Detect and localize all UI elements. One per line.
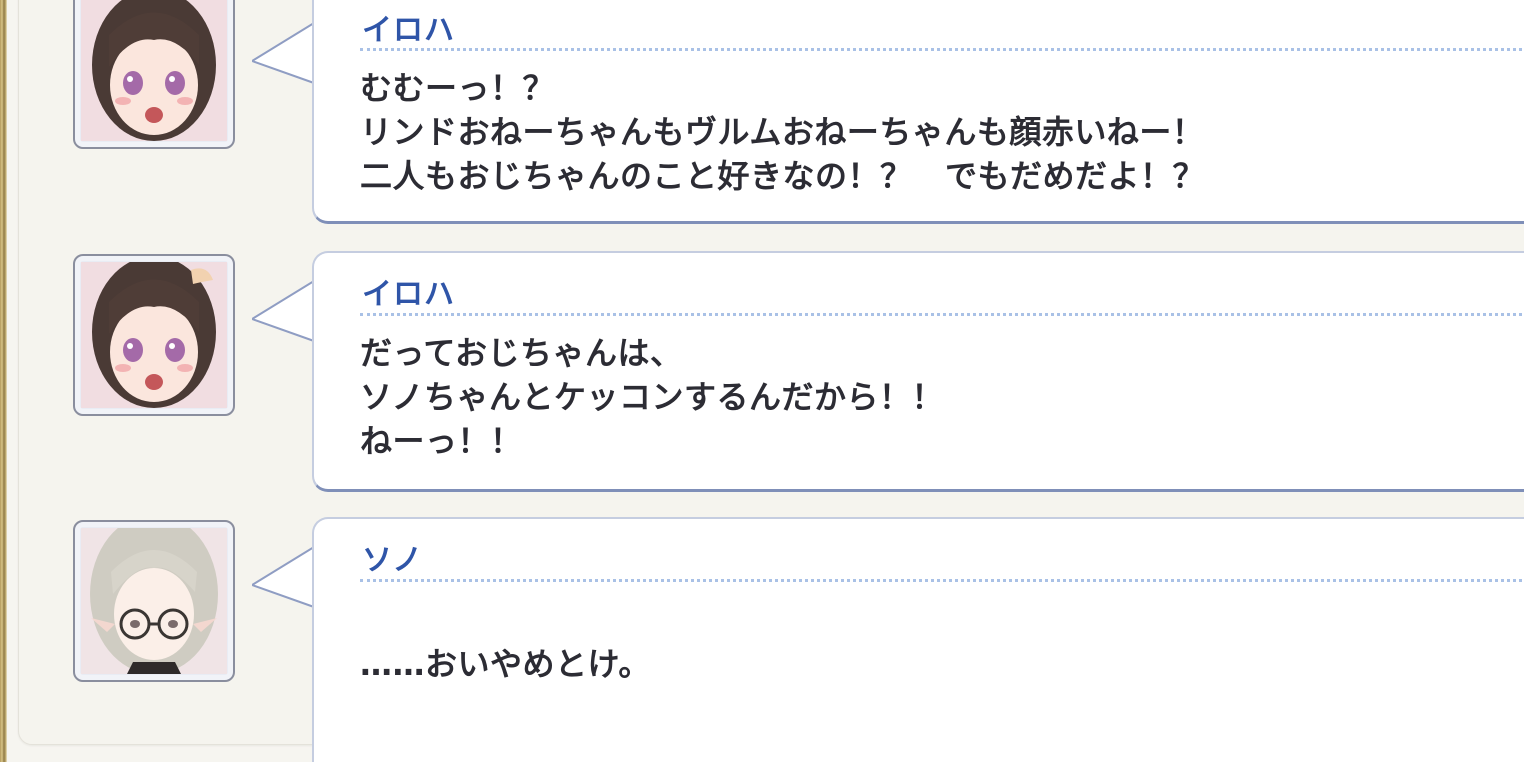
dialogue-bubble: イロハ だっておじちゃんは、 ソノちゃんとケッコンするんだから！！ ねーっ！！: [312, 251, 1524, 492]
dialogue-line: だっておじちゃんは、: [360, 334, 683, 372]
name-divider: [360, 313, 1524, 316]
iroha-avatar-icon: [73, 254, 235, 416]
name-divider: [360, 48, 1524, 51]
story-log-screen: イロハ むむーっ！？ リンドおねーちゃんもヴルムおねーちゃんも顔赤いねー！ 二人…: [0, 0, 1524, 762]
name-divider: [360, 579, 1524, 582]
speech-tail: [252, 281, 315, 342]
frame-border: [0, 0, 7, 762]
dialogue-bubble: ソノ ……おいやめとけ。: [312, 517, 1524, 762]
dialogue-bubble: イロハ むむーっ！？ リンドおねーちゃんもヴルムおねーちゃんも顔赤いねー！ 二人…: [312, 0, 1524, 224]
speaker-name: イロハ: [362, 277, 455, 312]
dialogue-line: ねーっ！！: [360, 422, 523, 460]
speech-tail: [252, 23, 315, 84]
dialogue-line: 二人もおじちゃんのこと好きなの！？ でもだめだよ！？: [360, 157, 1206, 195]
dialogue-line: ソノちゃんとケッコンするんだから！！: [360, 378, 945, 416]
speaker-name: ソノ: [362, 543, 424, 578]
dialogue-line: ……おいやめとけ。: [360, 645, 651, 683]
iroha-avatar-icon: [73, 0, 235, 149]
dialogue-line: むむーっ！？: [360, 69, 556, 107]
story-log-panel[interactable]: イロハ むむーっ！？ リンドおねーちゃんもヴルムおねーちゃんも顔赤いねー！ 二人…: [18, 0, 1524, 762]
speaker-name: イロハ: [362, 13, 455, 48]
sono-avatar-icon: [73, 520, 235, 682]
speech-tail: [252, 547, 315, 608]
dialogue-line: リンドおねーちゃんもヴルムおねーちゃんも顔赤いねー！: [360, 113, 1205, 151]
